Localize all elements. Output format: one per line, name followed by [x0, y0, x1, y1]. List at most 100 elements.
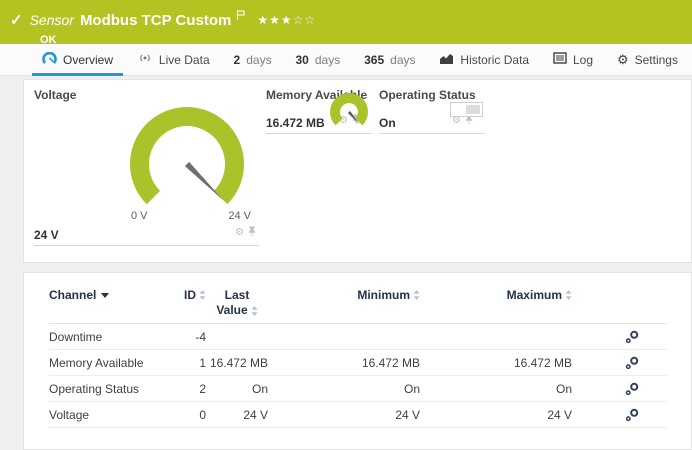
column-header-last-value[interactable]: Last Value: [206, 288, 268, 318]
sensor-title: Modbus TCP Custom: [80, 12, 231, 29]
tab-settings-label: Settings: [635, 53, 678, 67]
edit-channel-settings-icon[interactable]: [625, 382, 639, 396]
last-value-cell: On: [206, 382, 268, 396]
voltage-scale-min: 0 V: [131, 210, 148, 222]
tab-overview-label: Overview: [63, 53, 113, 67]
flag-icon[interactable]: [236, 7, 245, 25]
edit-channel-settings-icon[interactable]: [625, 408, 639, 422]
edit-channel-settings-icon[interactable]: [625, 356, 639, 370]
column-header-id-label: ID: [184, 288, 196, 302]
tab-365-days-label: days: [390, 53, 415, 67]
toggle-knob: [466, 105, 480, 114]
channel-name-cell[interactable]: Voltage: [49, 408, 171, 422]
log-list-icon: [553, 52, 567, 67]
column-header-value-label: Value: [216, 303, 247, 318]
tab-30-days-number: 30: [295, 53, 308, 67]
tab-365-days-number: 365: [364, 53, 384, 67]
operating-status-toggle: [450, 102, 483, 117]
column-header-id[interactable]: ID: [171, 288, 206, 302]
voltage-value: 24 V: [34, 228, 59, 242]
column-header-maximum[interactable]: Maximum: [420, 288, 572, 302]
memory-gauge: [326, 92, 372, 137]
table-header-row: Channel ID Last Value Minimum: [49, 273, 667, 324]
live-signal-icon: [137, 52, 153, 67]
gauge-arc: [330, 93, 368, 125]
last-value-cell: 16.472 MB: [206, 356, 268, 370]
table-row: Voltage 0 24 V 24 V 24 V: [49, 402, 667, 428]
minimum-cell: 16.472 MB: [268, 356, 420, 370]
column-header-minimum[interactable]: Minimum: [268, 288, 420, 302]
channel-gear-icon[interactable]: ⚙: [235, 228, 244, 238]
sensor-type-label: Sensor: [30, 12, 74, 28]
sensor-title-line: ✓ Sensor Modbus TCP Custom ★★★☆☆: [10, 7, 682, 33]
operating-status-cell: Operating Status On ⚙: [379, 88, 485, 134]
tab-historic-data[interactable]: Historic Data: [439, 44, 529, 76]
channel-gear-icon[interactable]: ⚙: [452, 116, 461, 126]
sort-icon: [413, 290, 420, 300]
sort-direction-icon: [101, 293, 109, 298]
edit-channel-settings-icon[interactable]: [625, 330, 639, 344]
tab-overview[interactable]: Overview: [42, 44, 113, 76]
column-header-channel-label: Channel: [49, 288, 96, 302]
channel-name-cell[interactable]: Operating Status: [49, 382, 171, 396]
table-row: Operating Status 2 On On On: [49, 376, 667, 402]
tab-365-days[interactable]: 365 days: [364, 44, 415, 76]
maximum-cell: 24 V: [420, 408, 572, 422]
column-header-minimum-label: Minimum: [357, 288, 410, 302]
gauge-arc: [130, 107, 244, 204]
gauge-needle: [185, 162, 224, 201]
settings-gear-icon: ⚙: [617, 53, 629, 66]
voltage-footer: 24 V ⚙: [34, 224, 259, 246]
tab-30-days-label: days: [315, 53, 340, 67]
last-value-cell: 24 V: [206, 408, 268, 422]
column-header-channel[interactable]: Channel: [49, 288, 171, 302]
gauges-panel: Voltage 0 V 24 V 24 V ⚙: [23, 79, 692, 263]
prtg-sensor-page: ✓ Sensor Modbus TCP Custom ★★★☆☆ OK Over…: [0, 0, 692, 450]
operating-status-value: On: [379, 116, 396, 130]
voltage-gauge-cell: Voltage 0 V 24 V 24 V ⚙: [34, 88, 259, 246]
overview-gauge-icon: [42, 52, 57, 68]
tab-2-days-label: days: [246, 53, 271, 67]
tab-30-days[interactable]: 30 days: [295, 44, 340, 76]
table-row: Downtime -4: [49, 324, 667, 350]
memory-value: 16.472 MB: [266, 116, 325, 130]
table-row: Memory Available 1 16.472 MB 16.472 MB 1…: [49, 350, 667, 376]
tab-2-days-number: 2: [234, 53, 241, 67]
channel-id-cell: 0: [171, 408, 206, 422]
column-header-last-label: Last: [225, 288, 250, 303]
priority-stars[interactable]: ★★★☆☆: [257, 13, 316, 27]
column-header-maximum-label: Maximum: [507, 288, 562, 302]
maximum-cell: 16.472 MB: [420, 356, 572, 370]
voltage-gauge: 0 V 24 V: [121, 102, 253, 222]
tab-live-data-label: Live Data: [159, 53, 210, 67]
tab-settings[interactable]: ⚙ Settings: [617, 44, 678, 76]
stars-empty: ☆☆: [293, 13, 317, 27]
channels-table-panel: Channel ID Last Value Minimum: [23, 272, 692, 450]
channel-name-cell[interactable]: Downtime: [49, 330, 171, 344]
stars-filled: ★★★: [257, 13, 292, 27]
maximum-cell: On: [420, 382, 572, 396]
channel-id-cell: 1: [171, 356, 206, 370]
voltage-title: Voltage: [34, 88, 259, 102]
tab-live-data[interactable]: Live Data: [137, 44, 210, 76]
tab-log-label: Log: [573, 53, 593, 67]
sort-icon: [251, 306, 258, 316]
sort-icon: [199, 290, 206, 300]
operating-status-title: Operating Status: [379, 88, 485, 102]
content-area: Voltage 0 V 24 V 24 V ⚙: [0, 76, 692, 450]
memory-gauge-cell: Memory Available 16.472 MB ⚙: [266, 88, 372, 134]
sensor-status-header: ✓ Sensor Modbus TCP Custom ★★★☆☆ OK: [0, 0, 692, 44]
channel-name-cell[interactable]: Memory Available: [49, 356, 171, 370]
historic-chart-icon: [439, 52, 454, 68]
voltage-gauge-svg: [121, 102, 253, 208]
tab-log[interactable]: Log: [553, 44, 593, 76]
pin-icon[interactable]: [248, 224, 256, 242]
voltage-cell-icons: ⚙: [235, 224, 256, 242]
minimum-cell: 24 V: [268, 408, 420, 422]
sort-icon: [565, 290, 572, 300]
tab-2-days[interactable]: 2 days: [234, 44, 272, 76]
tab-bar: Overview Live Data 2 days 30 days 365 da…: [0, 44, 692, 76]
channel-id-cell: -4: [171, 330, 206, 344]
channel-id-cell: 2: [171, 382, 206, 396]
ok-check-icon: ✓: [10, 11, 23, 29]
